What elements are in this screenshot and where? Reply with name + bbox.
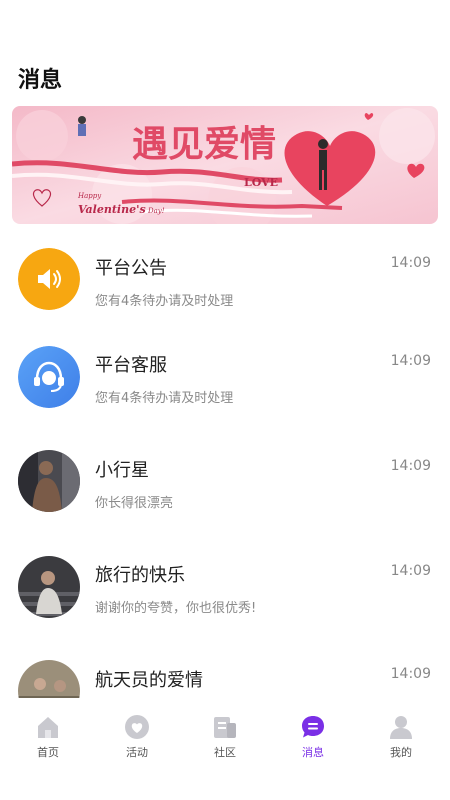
message-list: 平台公告 14:09 您有4条待办请及时处理 平台客服 14:09 您有4条待办… (0, 230, 450, 698)
tab-activity[interactable]: 活动 (107, 714, 167, 764)
banner-happy-text: Happy (77, 192, 102, 200)
tab-community[interactable]: 社区 (195, 714, 255, 764)
speaker-icon (18, 248, 80, 310)
message-item-user[interactable]: 小行星 14:09 你长得很漂亮 (0, 432, 450, 532)
message-time: 14:09 (390, 563, 431, 579)
message-name: 旅行的快乐 (95, 565, 185, 586)
profile-icon (390, 716, 412, 739)
community-icon (214, 717, 236, 738)
banner-artwork: 遇见爱情 LOVE Happy Valentine's Day! (12, 106, 438, 224)
message-name: 小行星 (95, 460, 149, 481)
message-item-user[interactable]: 航天员的爱情 14:09 (0, 642, 450, 698)
message-name: 平台公告 (95, 258, 167, 279)
tab-label: 活动 (126, 746, 148, 759)
banner-love-text: LOVE (244, 176, 278, 189)
home-icon (38, 717, 58, 738)
message-time: 14:09 (390, 666, 431, 682)
message-time: 14:09 (390, 458, 431, 474)
message-time: 14:09 (390, 353, 431, 369)
user-avatar (18, 660, 80, 698)
tab-label: 我的 (390, 746, 412, 759)
message-item-announcement[interactable]: 平台公告 14:09 您有4条待办请及时处理 (0, 230, 450, 330)
message-time: 14:09 (390, 255, 431, 271)
message-name: 平台客服 (95, 355, 167, 376)
tab-label: 消息 (302, 746, 324, 759)
message-preview: 您有4条待办请及时处理 (95, 294, 234, 309)
headset-icon (18, 346, 80, 408)
bottom-tab-bar: 首页 活动 社区 消息 我的 (0, 700, 450, 770)
message-preview: 您有4条待办请及时处理 (95, 391, 234, 406)
tab-label: 首页 (37, 746, 59, 759)
tab-profile[interactable]: 我的 (371, 714, 431, 764)
tab-home[interactable]: 首页 (18, 714, 78, 764)
valentine-banner[interactable]: 遇见爱情 LOVE Happy Valentine's Day! (12, 106, 438, 224)
message-name: 航天员的爱情 (95, 670, 203, 691)
banner-day-text: Day! (147, 207, 165, 215)
message-item-user[interactable]: 旅行的快乐 14:09 谢谢你的夸赞，你也很优秀! (0, 538, 450, 638)
message-preview: 谢谢你的夸赞，你也很优秀! (95, 601, 257, 616)
user-avatar (18, 450, 80, 512)
page-title: 消息 (18, 68, 63, 93)
message-icon (302, 716, 324, 738)
heart-icon (125, 715, 149, 739)
banner-valentine-text: Valentine's (78, 203, 146, 216)
messages-page: 消息 遇见爱情 LOVE Happy Valentine's Day! 平台公告… (0, 0, 450, 800)
tab-label: 社区 (214, 746, 236, 759)
user-avatar (18, 556, 80, 618)
message-preview: 你长得很漂亮 (95, 496, 174, 511)
tab-messages[interactable]: 消息 (283, 714, 343, 764)
message-item-customer-service[interactable]: 平台客服 14:09 您有4条待办请及时处理 (0, 328, 450, 428)
banner-headline: 遇见爱情 (132, 124, 276, 165)
